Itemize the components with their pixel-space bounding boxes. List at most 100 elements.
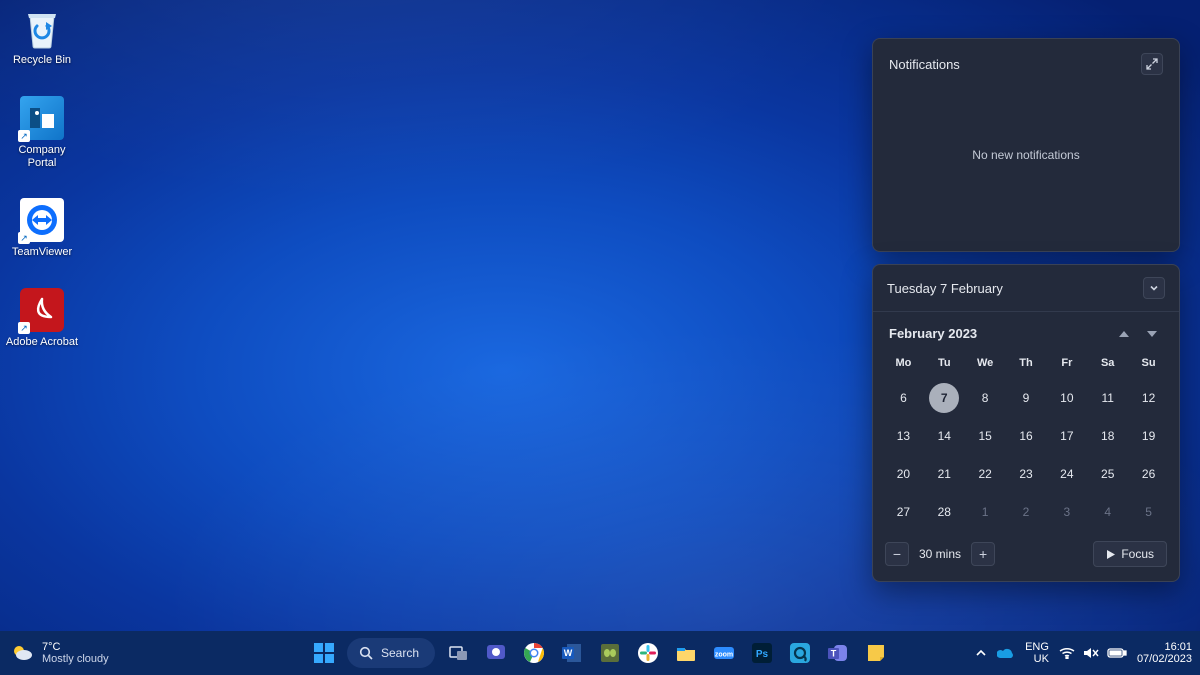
desktop-icon-teamviewer[interactable]: ↗ TeamViewer xyxy=(4,198,80,259)
taskbar-app-stickynotes[interactable] xyxy=(861,638,891,668)
calendar-day-header: Tu xyxy=(924,351,965,379)
calendar-day-header: We xyxy=(965,351,1006,379)
calendar-day[interactable]: 24 xyxy=(1046,455,1087,493)
company-portal-icon xyxy=(28,104,56,132)
taskbar-system-tray: ENG UK 16:01 07/02/2023 xyxy=(975,641,1192,665)
calendar-day[interactable]: 5 xyxy=(1128,493,1169,531)
calendar-day[interactable]: 12 xyxy=(1128,379,1169,417)
calendar-collapse-button[interactable] xyxy=(1143,277,1165,299)
focus-duration-stepper: − 30 mins + xyxy=(885,542,995,566)
calendar-day[interactable]: 8 xyxy=(965,379,1006,417)
task-view-button[interactable] xyxy=(443,638,473,668)
calendar-day[interactable]: 1 xyxy=(965,493,1006,531)
calendar-day[interactable]: 6 xyxy=(883,379,924,417)
focus-button-label: Focus xyxy=(1121,547,1154,561)
calendar-month-label[interactable]: February 2023 xyxy=(889,326,977,341)
focus-start-button[interactable]: Focus xyxy=(1093,541,1167,567)
notifications-settings-button[interactable] xyxy=(1141,53,1163,75)
word-icon: W xyxy=(561,642,583,664)
taskbar-app-slack[interactable] xyxy=(633,638,663,668)
expand-icon xyxy=(1146,58,1158,70)
tray-date: 07/02/2023 xyxy=(1137,653,1192,665)
zoom-icon: zoom xyxy=(713,642,735,664)
volume-muted-icon xyxy=(1083,646,1099,660)
calendar-day-header: Fr xyxy=(1046,351,1087,379)
calendar-day[interactable]: 13 xyxy=(883,417,924,455)
calendar-day[interactable]: 28 xyxy=(924,493,965,531)
taskbar-app-teams[interactable]: T xyxy=(823,638,853,668)
teams-icon: T xyxy=(827,642,849,664)
taskbar-app-word[interactable]: W xyxy=(557,638,587,668)
windows-logo-icon xyxy=(313,642,335,664)
file-explorer-icon xyxy=(675,642,697,664)
taskbar-center: Search W zoom xyxy=(309,638,891,668)
svg-text:T: T xyxy=(831,649,837,659)
taskbar: 7°C Mostly cloudy Search xyxy=(0,631,1200,675)
calendar-day[interactable]: 15 xyxy=(965,417,1006,455)
calendar-prev-month-button[interactable] xyxy=(1119,331,1129,337)
calendar-day[interactable]: 10 xyxy=(1046,379,1087,417)
calendar-day[interactable]: 21 xyxy=(924,455,965,493)
desktop-icon-recycle-bin[interactable]: Recycle Bin xyxy=(4,6,80,67)
calendar-day[interactable]: 11 xyxy=(1087,379,1128,417)
desktop-icon-adobe-acrobat[interactable]: ↗ Adobe Acrobat xyxy=(4,288,80,349)
calendar-day[interactable]: 16 xyxy=(1006,417,1047,455)
focus-decrement-button[interactable]: − xyxy=(885,542,909,566)
calendar-day[interactable]: 23 xyxy=(1006,455,1047,493)
desktop-icon-label: Adobe Acrobat xyxy=(6,336,78,349)
calendar-day[interactable]: 26 xyxy=(1128,455,1169,493)
taskbar-weather-widget[interactable]: 7°C Mostly cloudy xyxy=(0,641,119,665)
calendar-day[interactable]: 9 xyxy=(1006,379,1047,417)
start-button[interactable] xyxy=(309,638,339,668)
calendar-panel: Tuesday 7 February February 2023 MoTuWeT… xyxy=(872,264,1180,582)
tray-language[interactable]: ENG UK xyxy=(1025,641,1049,665)
taskbar-search[interactable]: Search xyxy=(347,638,435,668)
calendar-day[interactable]: 14 xyxy=(924,417,965,455)
focus-duration-value: 30 mins xyxy=(919,547,961,561)
taskbar-app-teams-chat[interactable] xyxy=(481,638,511,668)
focus-increment-button[interactable]: + xyxy=(971,542,995,566)
chevron-down-icon xyxy=(1149,283,1159,293)
calendar-day-header: Sa xyxy=(1087,351,1128,379)
tray-overflow-button[interactable] xyxy=(975,647,987,659)
tray-onedrive[interactable] xyxy=(997,647,1015,659)
taskbar-app-snagit[interactable] xyxy=(785,638,815,668)
calendar-day[interactable]: 22 xyxy=(965,455,1006,493)
tray-time: 16:01 xyxy=(1164,641,1192,653)
teams-chat-icon xyxy=(485,642,507,664)
notifications-empty-text: No new notifications xyxy=(889,75,1163,235)
calendar-day[interactable]: 17 xyxy=(1046,417,1087,455)
tray-clock[interactable]: 16:01 07/02/2023 xyxy=(1137,641,1192,665)
shortcut-arrow-icon: ↗ xyxy=(18,130,30,142)
taskbar-app-photoshop[interactable]: Ps xyxy=(747,638,777,668)
desktop-icon-label: Company Portal xyxy=(4,144,80,170)
slack-icon xyxy=(637,642,659,664)
calendar-day-today[interactable]: 7 xyxy=(929,383,959,413)
battery-icon xyxy=(1107,647,1127,659)
desktop[interactable]: Recycle Bin ↗ Company Portal ↗ TeamViewe… xyxy=(0,0,1200,675)
calendar-day[interactable]: 27 xyxy=(883,493,924,531)
shortcut-arrow-icon: ↗ xyxy=(18,232,30,244)
calendar-day[interactable]: 25 xyxy=(1087,455,1128,493)
calendar-day[interactable]: 20 xyxy=(883,455,924,493)
taskbar-app-zoom[interactable]: zoom xyxy=(709,638,739,668)
desktop-icon-company-portal[interactable]: ↗ Company Portal xyxy=(4,96,80,170)
tray-lang-bottom: UK xyxy=(1034,653,1049,665)
calendar-day[interactable]: 19 xyxy=(1128,417,1169,455)
calendar-day[interactable]: 18 xyxy=(1087,417,1128,455)
svg-text:W: W xyxy=(564,648,573,658)
tray-lang-top: ENG xyxy=(1025,641,1049,653)
wifi-icon xyxy=(1059,647,1075,659)
taskbar-app-file-explorer[interactable] xyxy=(671,638,701,668)
chrome-icon xyxy=(523,642,545,664)
calendar-day[interactable]: 3 xyxy=(1046,493,1087,531)
tray-quick-settings[interactable] xyxy=(1059,646,1127,660)
taskbar-app-notepadpp[interactable] xyxy=(595,638,625,668)
calendar-day[interactable]: 4 xyxy=(1087,493,1128,531)
desktop-icon-label: Recycle Bin xyxy=(13,54,71,67)
taskbar-app-chrome[interactable] xyxy=(519,638,549,668)
calendar-next-month-button[interactable] xyxy=(1147,331,1157,337)
recycle-bin-icon xyxy=(22,6,62,50)
calendar-day[interactable]: 2 xyxy=(1006,493,1047,531)
play-icon xyxy=(1106,550,1115,559)
